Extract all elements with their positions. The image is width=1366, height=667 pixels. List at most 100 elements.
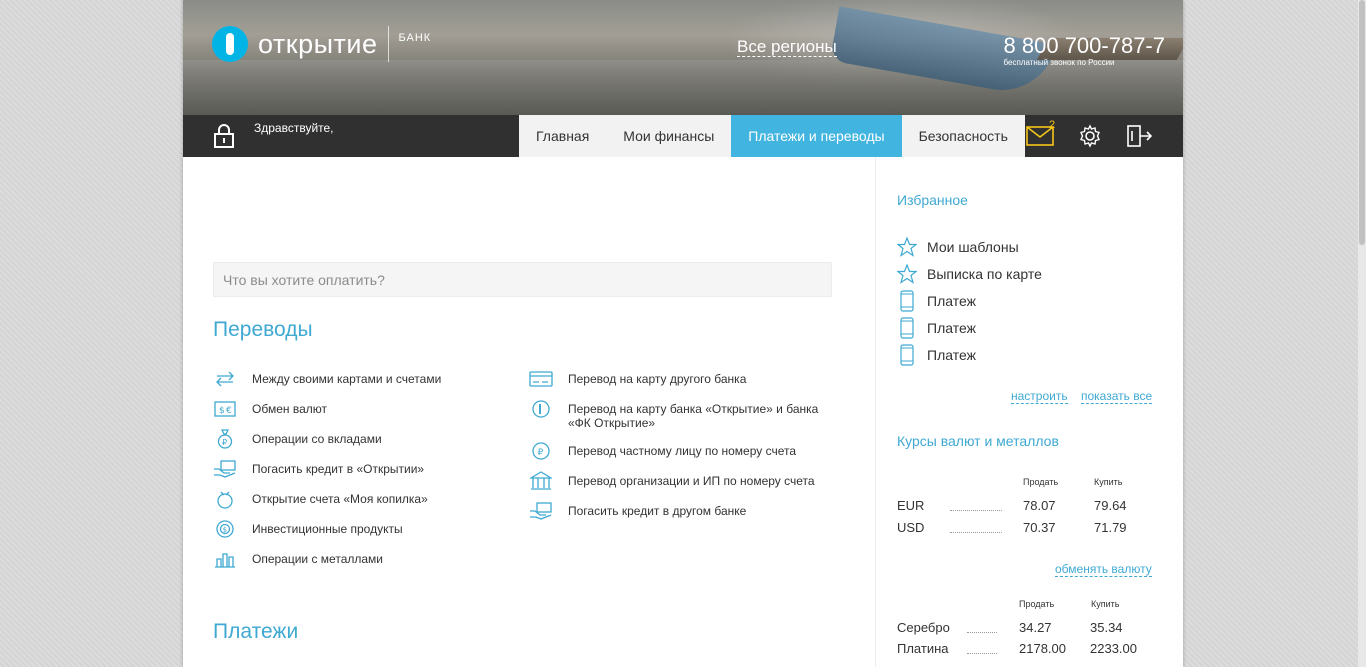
exchange-currency-link[interactable]: обменять валюту: [1055, 563, 1152, 577]
sell-rate: 78.07: [1023, 498, 1056, 513]
money-bag-icon: ₽: [217, 429, 233, 449]
metal-name: Серебро: [897, 620, 950, 635]
logo-subtitle: БАНК: [398, 32, 432, 44]
currency-name: USD: [897, 520, 925, 535]
list-item[interactable]: $ Инвестиционные продукты: [213, 520, 503, 538]
rate-row-platinum: Платина 2178.00 2233.00: [897, 641, 1157, 661]
dot-leader: [950, 510, 1002, 511]
list-item[interactable]: Погасить кредит в другом банке: [529, 502, 829, 520]
payment-search-input[interactable]: [213, 262, 832, 297]
messages-button[interactable]: 2: [1015, 115, 1065, 157]
tab-home[interactable]: Главная: [519, 115, 607, 157]
favorite-item[interactable]: Выписка по карте: [897, 260, 1042, 287]
logo-mark-icon: [212, 26, 248, 62]
logout-icon: [1127, 125, 1153, 147]
svg-text:$: $: [223, 526, 227, 534]
phone-icon: [900, 289, 914, 312]
navbar-actions: 2: [1015, 115, 1165, 157]
favorite-label: Платеж: [927, 346, 976, 363]
buy-column-header: Купить: [1091, 599, 1120, 609]
favorite-label: Платеж: [927, 319, 976, 336]
card-icon: [529, 371, 553, 387]
window-scrollbar[interactable]: [1358, 0, 1366, 667]
list-item-label: Открытие счета «Моя копилка»: [252, 492, 428, 506]
investment-icon: $: [216, 520, 234, 538]
list-item[interactable]: ₽ Перевод частному лицу по номеру счета: [529, 442, 829, 460]
transfers-list-right: Перевод на карту другого банка Перевод н…: [529, 371, 829, 534]
lock-icon: [214, 124, 234, 148]
settings-button[interactable]: [1065, 115, 1115, 157]
gear-icon: [1080, 124, 1100, 148]
hotline-note: бесплатный звонок по России: [1003, 58, 1115, 67]
list-item[interactable]: Перевод организации и ИП по номеру счета: [529, 471, 829, 490]
header-banner: открытие БАНК Все регионы 8 800 700-787-…: [183, 0, 1183, 115]
favorite-item[interactable]: Платеж: [897, 287, 1042, 314]
region-selector[interactable]: Все регионы: [737, 37, 837, 57]
list-item[interactable]: Между своими картами и счетами: [213, 371, 503, 388]
tab-payments-transfers[interactable]: Платежи и переводы: [731, 115, 902, 157]
top-navbar: Здравствуйте, Главная Мои финансы Платеж…: [183, 115, 1183, 157]
star-icon: [897, 263, 917, 284]
ruble-coin-icon: ₽: [532, 442, 550, 460]
svg-text:₽: ₽: [538, 448, 544, 458]
list-item-label: Погасить кредит в другом банке: [568, 504, 747, 518]
list-item[interactable]: Перевод на карту другого банка: [529, 371, 829, 388]
list-item[interactable]: Открытие счета «Моя копилка»: [213, 491, 503, 509]
rate-row-eur: EUR 78.07 79.64: [897, 498, 1157, 518]
list-item-label: Обмен валют: [252, 402, 327, 416]
sell-rate: 34.27: [1019, 620, 1052, 635]
exchange-arrows-icon: [216, 371, 234, 387]
rates-title: Курсы валют и металлов: [897, 433, 1059, 449]
favorites-title: Избранное: [897, 192, 968, 208]
loan-hand-icon: [214, 460, 236, 478]
favorite-label: Платеж: [927, 292, 976, 309]
logout-button[interactable]: [1115, 115, 1165, 157]
hotline: 8 800 700-787-7 бесплатный звонок по Рос…: [1003, 34, 1165, 68]
favorite-label: Выписка по карте: [927, 265, 1042, 282]
logo-text: открытие: [258, 28, 378, 59]
buy-rate: 79.64: [1094, 498, 1127, 513]
list-item[interactable]: Погасить кредит в «Открытии»: [213, 460, 503, 478]
list-item-label: Погасить кредит в «Открытии»: [252, 462, 425, 476]
bank-logo[interactable]: открытие БАНК: [212, 26, 431, 62]
tab-security[interactable]: Безопасность: [901, 115, 1025, 157]
dot-leader: [967, 632, 997, 633]
scrollbar-thumb[interactable]: [1359, 0, 1365, 245]
buy-rate: 71.79: [1094, 520, 1127, 535]
svg-text:€: €: [226, 406, 232, 416]
buy-rate: 35.34: [1090, 620, 1123, 635]
buy-column-header: Купить: [1094, 477, 1123, 487]
currency-exchange-icon: $ €: [214, 401, 236, 417]
star-icon: [897, 236, 917, 257]
metal-name: Платина: [897, 641, 949, 656]
phone-icon: [900, 316, 914, 339]
favorite-item[interactable]: Мои шаблоны: [897, 233, 1042, 260]
bank-card-coin-icon: [532, 400, 550, 418]
list-item-label: Операции с металлами: [252, 552, 383, 566]
logo-divider: [387, 26, 389, 62]
sell-rate: 2178.00: [1019, 641, 1066, 656]
configure-favorites-link[interactable]: настроить: [1011, 390, 1068, 404]
list-item[interactable]: Перевод на карту банка «Открытие» и банк…: [529, 400, 829, 430]
favorite-item[interactable]: Платеж: [897, 341, 1042, 368]
transfers-list-left: Между своими картами и счетами $ € Обмен …: [213, 371, 503, 582]
svg-text:₽: ₽: [222, 438, 227, 447]
payments-title: Платежи: [213, 620, 299, 643]
show-all-favorites-link[interactable]: показать все: [1081, 390, 1153, 404]
dot-leader: [950, 532, 1002, 533]
list-item-label: Перевод организации и ИП по номеру счета: [568, 474, 815, 488]
list-item-label: Инвестиционные продукты: [252, 522, 403, 536]
dot-leader: [967, 653, 997, 654]
metal-bars-icon: [215, 553, 235, 568]
list-item[interactable]: $ € Обмен валют: [213, 401, 503, 418]
main-content: Переводы Между своими картами и счетами …: [183, 157, 875, 667]
greeting-text: Здравствуйте,: [254, 121, 334, 135]
list-item[interactable]: Операции с металлами: [213, 552, 503, 568]
currency-name: EUR: [897, 498, 925, 513]
main-tabs: Главная Мои финансы Платежи и переводы Б…: [519, 115, 1025, 157]
list-item[interactable]: ₽ Операции со вкладами: [213, 429, 503, 449]
favorite-item[interactable]: Платеж: [897, 314, 1042, 341]
tab-my-finances[interactable]: Мои финансы: [606, 115, 732, 157]
favorites-list: Мои шаблоны Выписка по карте Платеж Плат…: [897, 233, 1042, 368]
list-item-label: Перевод на карту другого банка: [568, 372, 747, 386]
